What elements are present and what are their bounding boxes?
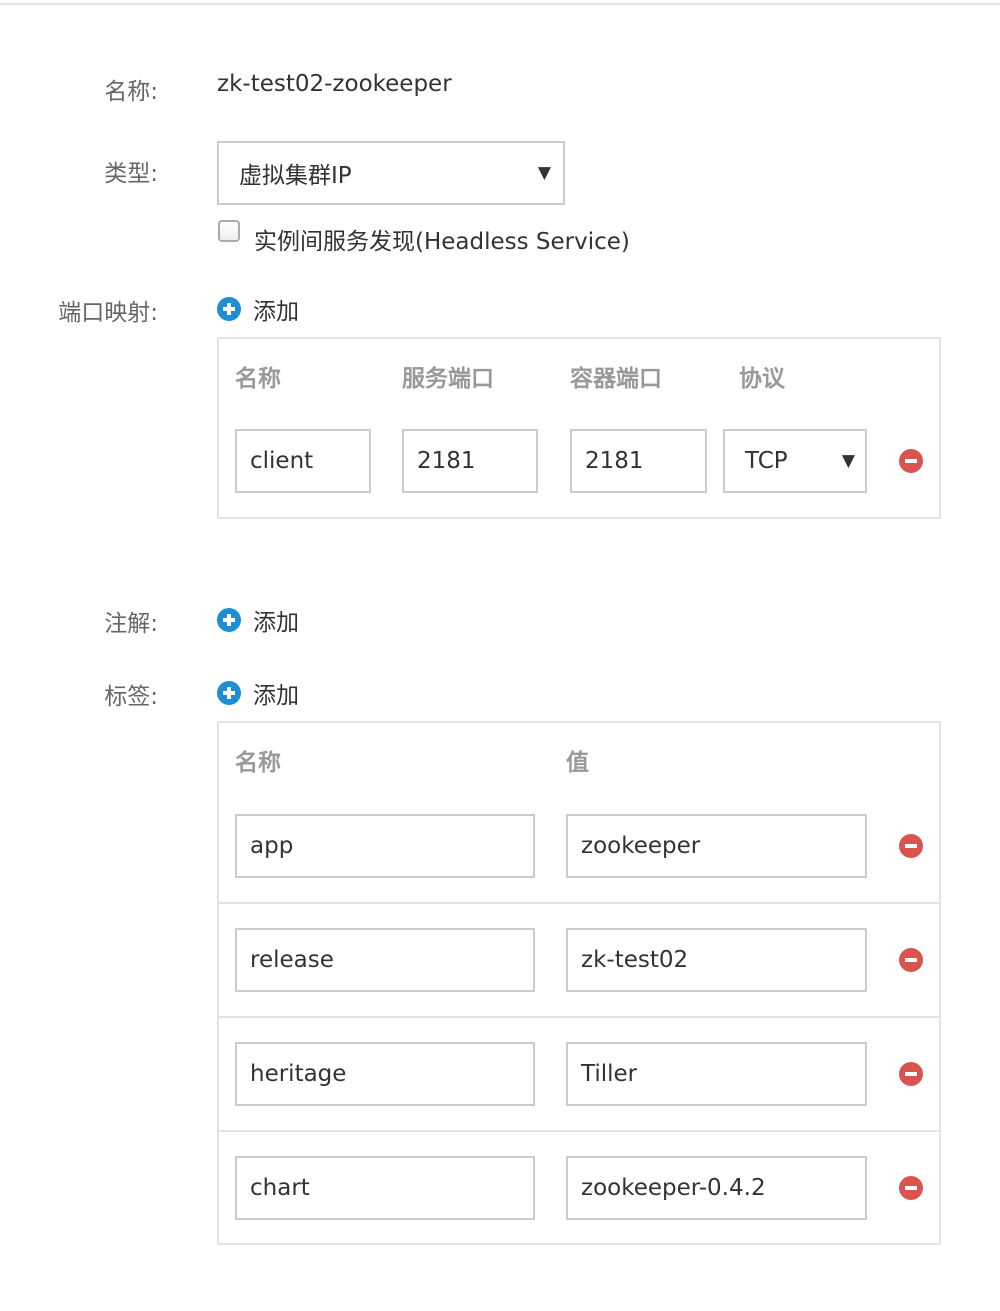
plus-circle-icon bbox=[217, 608, 241, 632]
type-select-value: 虚拟集群IP bbox=[239, 163, 352, 189]
port-header-name: 名称 bbox=[235, 366, 281, 392]
caret-down-icon: ▼ bbox=[537, 163, 551, 183]
annotations-label: 注解: bbox=[104, 611, 158, 637]
add-annotation-text: 添加 bbox=[253, 610, 299, 636]
headless-checkbox-label: 实例间服务发现(Headless Service) bbox=[254, 229, 630, 255]
port-mapping-label: 端口映射: bbox=[58, 300, 158, 326]
type-select[interactable]: 虚拟集群IP ▼ bbox=[217, 141, 565, 205]
label-value-input[interactable]: Tiller bbox=[566, 1042, 867, 1106]
labels-label: 标签: bbox=[104, 684, 158, 710]
remove-port-icon[interactable] bbox=[899, 449, 923, 473]
remove-label-icon[interactable] bbox=[899, 948, 923, 972]
port-header-protocol: 协议 bbox=[739, 366, 785, 392]
container-port-input[interactable]: 2181 bbox=[570, 429, 707, 493]
service-port-input[interactable]: 2181 bbox=[402, 429, 538, 493]
plus-circle-icon bbox=[217, 681, 241, 705]
protocol-select-value: TCP bbox=[745, 448, 788, 474]
add-label-button[interactable]: 添加 bbox=[217, 679, 299, 709]
label-header-name: 名称 bbox=[235, 750, 281, 776]
label-key-input[interactable]: chart bbox=[235, 1156, 535, 1220]
row-divider bbox=[219, 1130, 939, 1132]
label-key-input[interactable]: heritage bbox=[235, 1042, 535, 1106]
port-header-container-port: 容器端口 bbox=[570, 366, 662, 392]
caret-down-icon: ▼ bbox=[841, 451, 855, 471]
headless-checkbox[interactable] bbox=[218, 220, 240, 242]
label-key-input[interactable]: release bbox=[235, 928, 535, 992]
add-label-text: 添加 bbox=[253, 683, 299, 709]
remove-label-icon[interactable] bbox=[899, 1176, 923, 1200]
label-header-value: 值 bbox=[566, 750, 589, 776]
port-mapping-panel: 名称 服务端口 容器端口 协议 client 2181 2181 TCP ▼ bbox=[217, 337, 941, 519]
add-port-text: 添加 bbox=[253, 299, 299, 325]
add-port-button[interactable]: 添加 bbox=[217, 295, 299, 325]
add-annotation-button[interactable]: 添加 bbox=[217, 606, 299, 636]
top-divider bbox=[0, 3, 1000, 5]
name-label: 名称: bbox=[104, 79, 158, 105]
label-value-input[interactable]: zookeeper-0.4.2 bbox=[566, 1156, 867, 1220]
type-label: 类型: bbox=[104, 161, 158, 187]
port-header-service-port: 服务端口 bbox=[402, 366, 494, 392]
row-divider bbox=[219, 1016, 939, 1018]
label-key-input[interactable]: app bbox=[235, 814, 535, 878]
remove-label-icon[interactable] bbox=[899, 1062, 923, 1086]
service-name-value: zk-test02-zookeeper bbox=[217, 71, 452, 97]
row-divider bbox=[219, 902, 939, 904]
labels-panel: 名称 值 app zookeeper release zk-test02 her… bbox=[217, 721, 941, 1245]
label-value-input[interactable]: zk-test02 bbox=[566, 928, 867, 992]
protocol-select[interactable]: TCP ▼ bbox=[723, 429, 867, 493]
port-name-input[interactable]: client bbox=[235, 429, 371, 493]
remove-label-icon[interactable] bbox=[899, 834, 923, 858]
label-value-input[interactable]: zookeeper bbox=[566, 814, 867, 878]
plus-circle-icon bbox=[217, 297, 241, 321]
